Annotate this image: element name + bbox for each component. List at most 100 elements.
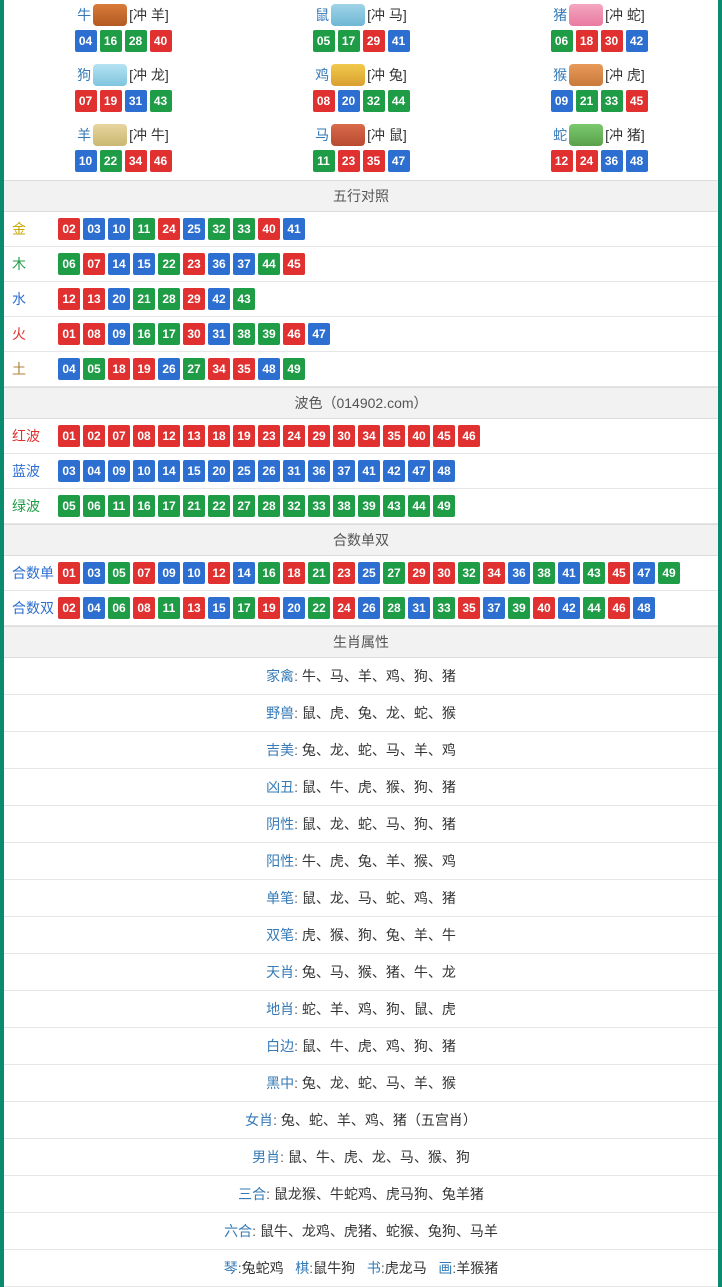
row-numbers: 0204060811131517192022242628313335373940… — [58, 597, 655, 619]
number-ball: 41 — [358, 460, 380, 482]
number-ball: 33 — [601, 90, 623, 112]
zodiac-clash: [冲 马] — [367, 5, 407, 25]
zodiac-clash: [冲 虎] — [605, 65, 645, 85]
row-label: 蓝波 — [12, 461, 58, 481]
number-ball: 43 — [583, 562, 605, 584]
number-ball: 35 — [363, 150, 385, 172]
zodiac-name[interactable]: 鸡 — [315, 65, 329, 85]
colon: : — [294, 705, 302, 721]
attribute-row: 男肖: 鼠、牛、虎、龙、马、猴、狗 — [4, 1139, 718, 1176]
number-ball: 04 — [83, 597, 105, 619]
zodiac-name[interactable]: 羊 — [77, 125, 91, 145]
attribute-row: 地肖: 蛇、羊、鸡、狗、鼠、虎 — [4, 991, 718, 1028]
number-ball: 42 — [626, 30, 648, 52]
number-ball: 07 — [108, 425, 130, 447]
number-ball: 19 — [233, 425, 255, 447]
number-ball: 20 — [208, 460, 230, 482]
attribute-row: 凶丑: 鼠、牛、虎、猴、狗、猪 — [4, 769, 718, 806]
attribute-row-footer: 琴:兔蛇鸡 棋:鼠牛狗 书:虎龙马 画:羊猴猪 — [4, 1250, 718, 1287]
number-ball: 44 — [408, 495, 430, 517]
number-ball: 24 — [158, 218, 180, 240]
number-ball: 32 — [363, 90, 385, 112]
number-ball: 20 — [108, 288, 130, 310]
row-numbers: 04051819262734354849 — [58, 358, 305, 380]
number-ball: 30 — [183, 323, 205, 345]
number-ball: 18 — [283, 562, 305, 584]
number-ball: 01 — [58, 323, 80, 345]
number-ball: 02 — [58, 597, 80, 619]
number-ball: 30 — [601, 30, 623, 52]
attribute-row: 白边: 鼠、牛、虎、鸡、狗、猪 — [4, 1028, 718, 1065]
number-ball: 31 — [283, 460, 305, 482]
number-ball: 46 — [608, 597, 630, 619]
number-ball: 01 — [58, 425, 80, 447]
number-ball: 27 — [233, 495, 255, 517]
colon: : — [294, 816, 302, 832]
zodiac-name[interactable]: 猪 — [553, 5, 567, 25]
zodiac-name[interactable]: 马 — [315, 125, 329, 145]
number-ball: 27 — [383, 562, 405, 584]
number-ball: 03 — [83, 562, 105, 584]
number-ball: 18 — [576, 30, 598, 52]
number-ball: 15 — [183, 460, 205, 482]
attribute-value: 兔、马、猴、猪、牛、龙 — [302, 964, 456, 980]
attribute-value: 蛇、羊、鸡、狗、鼠、虎 — [302, 1001, 456, 1017]
zodiac-name[interactable]: 牛 — [77, 5, 91, 25]
number-ball: 07 — [133, 562, 155, 584]
attribute-value: 牛、虎、兔、羊、猴、鸡 — [302, 853, 456, 869]
number-ball: 15 — [133, 253, 155, 275]
number-ball: 47 — [408, 460, 430, 482]
number-ball: 25 — [358, 562, 380, 584]
colon: : — [294, 964, 302, 980]
zodiac-cell: 猴[冲 虎]09213345 — [480, 60, 718, 120]
colon: : — [294, 1001, 302, 1017]
zodiac-name[interactable]: 猴 — [553, 65, 567, 85]
number-ball: 09 — [108, 323, 130, 345]
number-ball: 47 — [308, 323, 330, 345]
zodiac-numbers: 10223446 — [4, 150, 242, 172]
zodiac-name[interactable]: 狗 — [77, 65, 91, 85]
number-ball: 34 — [358, 425, 380, 447]
number-ball: 46 — [150, 150, 172, 172]
attribute-key: 书 — [367, 1260, 381, 1276]
number-ball: 40 — [408, 425, 430, 447]
number-ball: 39 — [508, 597, 530, 619]
zodiac-cell: 羊 [冲 牛] 10223446 — [4, 120, 242, 180]
attribute-row: 天肖: 兔、马、猴、猪、牛、龙 — [4, 954, 718, 991]
attribute-key: 女肖 — [245, 1112, 273, 1128]
number-ball: 30 — [433, 562, 455, 584]
attribute-value: 鼠、牛、虎、猴、狗、猪 — [302, 779, 456, 795]
row-label: 水 — [12, 289, 58, 309]
number-ball: 08 — [133, 597, 155, 619]
number-ball: 11 — [133, 218, 155, 240]
attribute-key: 双笔 — [266, 927, 294, 943]
zodiac-name[interactable]: 鼠 — [315, 5, 329, 25]
zodiac-clash: [冲 牛] — [129, 125, 169, 145]
number-ball: 35 — [383, 425, 405, 447]
number-ball: 48 — [633, 597, 655, 619]
table-row: 火0108091617303138394647 — [4, 317, 718, 352]
number-ball: 12 — [58, 288, 80, 310]
number-ball: 21 — [183, 495, 205, 517]
number-ball: 02 — [58, 218, 80, 240]
zodiac-cell: 马[冲 鼠]11233547 — [242, 120, 480, 180]
number-ball: 01 — [58, 562, 80, 584]
number-ball: 13 — [183, 425, 205, 447]
number-ball: 08 — [83, 323, 105, 345]
attribute-key: 阴性 — [266, 816, 294, 832]
number-ball: 40 — [258, 218, 280, 240]
number-ball: 14 — [108, 253, 130, 275]
attribute-row: 六合: 鼠牛、龙鸡、虎猪、蛇猴、兔狗、马羊 — [4, 1213, 718, 1250]
zodiac-name[interactable]: 蛇 — [553, 125, 567, 145]
row-numbers: 03040910141520252631363741424748 — [58, 460, 455, 482]
number-ball: 36 — [208, 253, 230, 275]
number-ball: 46 — [283, 323, 305, 345]
number-ball: 26 — [158, 358, 180, 380]
number-ball: 26 — [258, 460, 280, 482]
number-ball: 35 — [233, 358, 255, 380]
attribute-row: 黑中: 兔、龙、蛇、马、羊、猴 — [4, 1065, 718, 1102]
number-ball: 10 — [183, 562, 205, 584]
attribute-value: 鼠、龙、马、蛇、鸡、猪 — [302, 890, 456, 906]
number-ball: 06 — [83, 495, 105, 517]
attribute-key: 野兽 — [266, 705, 294, 721]
